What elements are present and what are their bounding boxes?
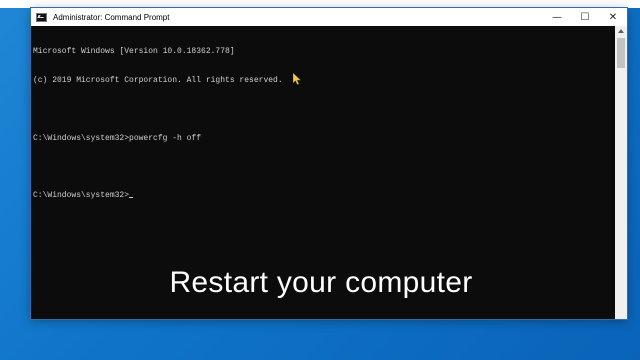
console-prompt: C:\Windows\system32> [33, 191, 130, 201]
scroll-thumb[interactable] [617, 38, 625, 68]
minimize-button[interactable]: — [543, 8, 571, 26]
video-subtitle: Restart your computer [169, 266, 473, 299]
vertical-scrollbar[interactable] [615, 26, 627, 319]
text-cursor [129, 197, 134, 199]
console-line: C:\Windows\system32>powercfg -h off [33, 133, 202, 143]
desktop-top-strip [0, 0, 640, 8]
console-line: Microsoft Windows [Version 10.0.18362.77… [33, 47, 235, 57]
scroll-up-arrow-icon[interactable] [618, 29, 624, 33]
title-bar[interactable]: Administrator: Command Prompt — ☐ ✕ [31, 8, 627, 26]
mouse-pointer-icon [293, 73, 301, 85]
close-button[interactable]: ✕ [599, 8, 627, 26]
maximize-button[interactable]: ☐ [571, 8, 599, 26]
console-line: (c) 2019 Microsoft Corporation. All righ… [33, 75, 283, 85]
cmd-icon [36, 12, 47, 22]
window-title: Administrator: Command Prompt [53, 12, 170, 22]
caption-buttons: — ☐ ✕ [543, 8, 627, 26]
console-prompt-line: C:\Windows\system32> [33, 191, 615, 201]
